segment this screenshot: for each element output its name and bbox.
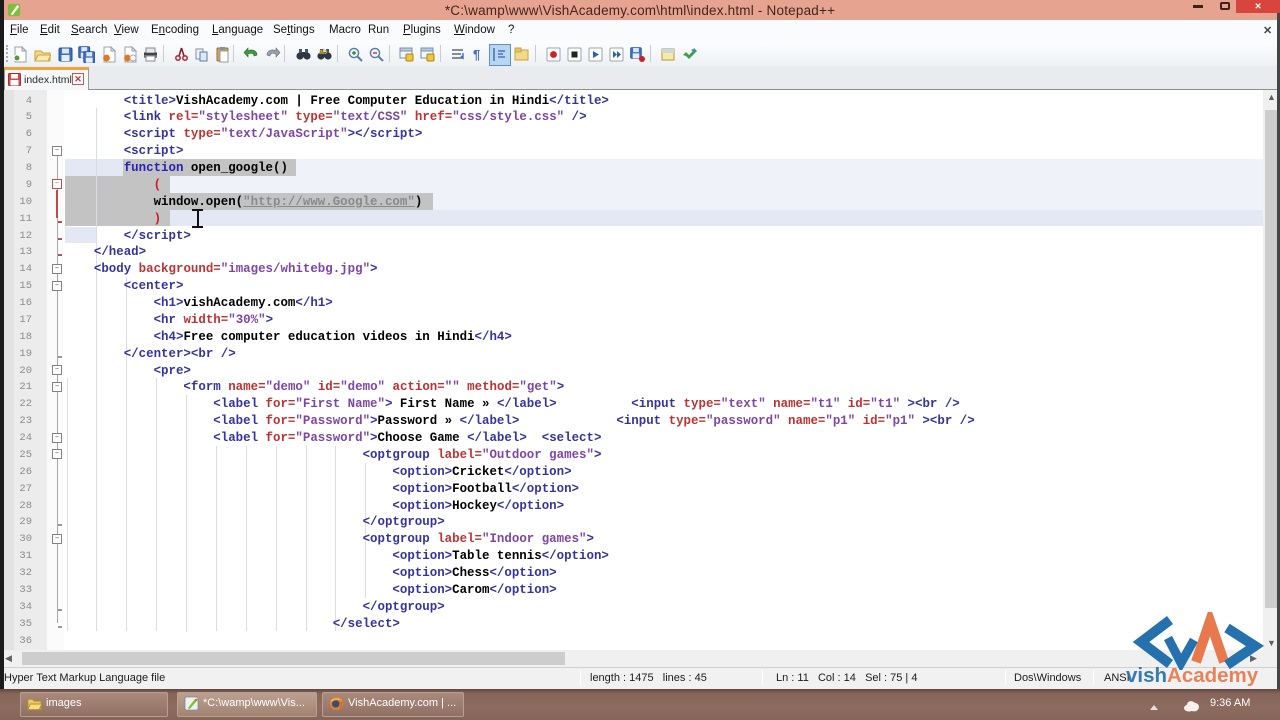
svg-text:¶: ¶ [473,47,480,62]
svg-text:ab: ab [319,49,327,56]
